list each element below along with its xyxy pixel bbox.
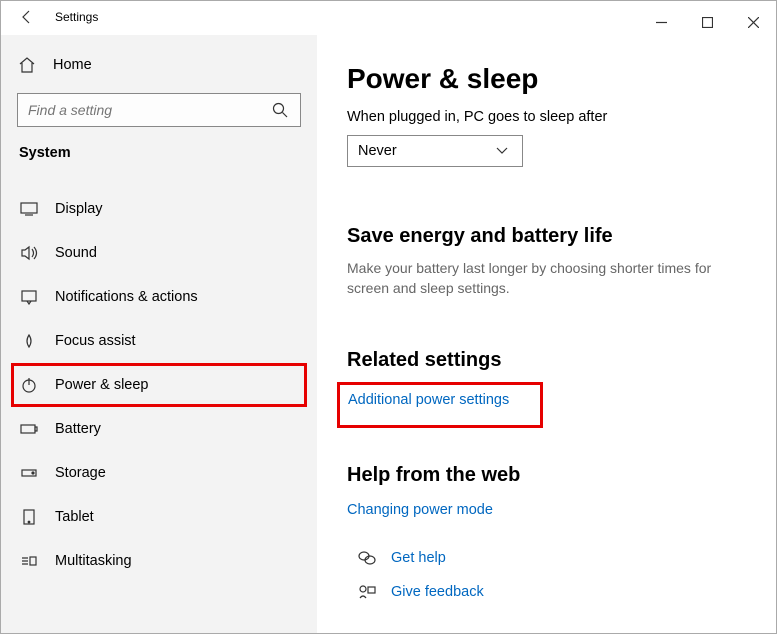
chevron-down-icon: [492, 141, 512, 161]
page-title: Power & sleep: [347, 63, 746, 95]
sidebar-item-label: Power & sleep: [55, 377, 149, 393]
get-help-row[interactable]: Get help: [347, 548, 746, 568]
get-help-icon: [357, 548, 377, 568]
sleep-dropdown[interactable]: Never: [347, 135, 523, 167]
sidebar-item-label: Multitasking: [55, 553, 132, 569]
sidebar-item-storage[interactable]: Storage: [17, 451, 301, 495]
tablet-icon: [19, 507, 39, 527]
related-settings-heading: Related settings: [347, 349, 746, 372]
sidebar-item-battery[interactable]: Battery: [17, 407, 301, 451]
storage-icon: [19, 463, 39, 483]
category-label: System: [17, 145, 301, 161]
give-feedback-row[interactable]: Give feedback: [347, 582, 746, 602]
sidebar-item-label: Tablet: [55, 509, 94, 525]
home-button[interactable]: Home: [17, 47, 301, 83]
help-heading: Help from the web: [347, 464, 746, 487]
notifications-icon: [19, 287, 39, 307]
dropdown-value: Never: [358, 143, 397, 159]
sleep-label: When plugged in, PC goes to sleep after: [347, 109, 746, 125]
main-panel: Power & sleep When plugged in, PC goes t…: [317, 35, 776, 633]
back-button[interactable]: [17, 7, 37, 27]
sidebar: Home System Display Sound Notifications …: [1, 35, 317, 633]
sidebar-item-label: Battery: [55, 421, 101, 437]
give-feedback-label: Give feedback: [391, 584, 484, 600]
search-input-container[interactable]: [17, 93, 301, 127]
home-label: Home: [53, 57, 92, 73]
sidebar-item-notifications[interactable]: Notifications & actions: [17, 275, 301, 319]
battery-icon: [19, 419, 39, 439]
search-icon: [270, 100, 290, 120]
changing-power-mode-link[interactable]: Changing power mode: [347, 502, 493, 518]
sidebar-item-label: Sound: [55, 245, 97, 261]
display-icon: [19, 199, 39, 219]
sidebar-item-label: Notifications & actions: [55, 289, 198, 305]
power-icon: [19, 375, 39, 395]
sidebar-item-label: Storage: [55, 465, 106, 481]
save-energy-heading: Save energy and battery life: [347, 225, 746, 248]
feedback-icon: [357, 582, 377, 602]
sidebar-item-label: Focus assist: [55, 333, 136, 349]
minimize-button[interactable]: [638, 7, 684, 37]
save-energy-text: Make your battery last longer by choosin…: [347, 258, 727, 299]
additional-power-settings-link[interactable]: Additional power settings: [348, 392, 509, 408]
sidebar-item-tablet[interactable]: Tablet: [17, 495, 301, 539]
close-button[interactable]: [730, 7, 776, 37]
sidebar-item-sound[interactable]: Sound: [17, 231, 301, 275]
sidebar-item-label: Display: [55, 201, 103, 217]
focus-assist-icon: [19, 331, 39, 351]
multitasking-icon: [19, 551, 39, 571]
sidebar-item-display[interactable]: Display: [17, 187, 301, 231]
home-icon: [17, 55, 37, 75]
highlight-box: Additional power settings: [337, 382, 543, 428]
search-input[interactable]: [28, 102, 270, 118]
get-help-label: Get help: [391, 550, 446, 566]
sidebar-item-focus-assist[interactable]: Focus assist: [17, 319, 301, 363]
titlebar: Settings: [1, 1, 776, 35]
maximize-button[interactable]: [684, 7, 730, 37]
sidebar-item-power-sleep[interactable]: Power & sleep: [11, 363, 307, 407]
sidebar-item-multitasking[interactable]: Multitasking: [17, 539, 301, 583]
app-title: Settings: [55, 10, 98, 24]
sound-icon: [19, 243, 39, 263]
